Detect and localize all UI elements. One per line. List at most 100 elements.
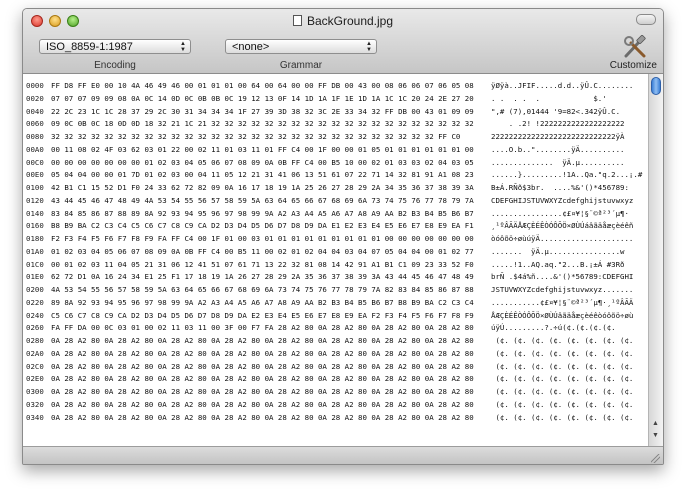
popup-arrows-icon: ▲ ▼ — [180, 41, 186, 53]
hex-bytes: 32 32 32 32 32 32 32 32 32 32 32 32 32 3… — [51, 132, 461, 141]
hex-offset: 0140 — [26, 208, 44, 218]
hex-bytes: 01 02 03 04 05 06 07 08 09 0A 0B FF C4 0… — [51, 246, 474, 256]
ascii-text: òóôõö÷øùúÿÄ..................... — [491, 234, 634, 243]
window-title: BackGround.jpg — [23, 14, 663, 28]
ascii-text: ...........¢£¤¥¦§¨©ª²³´µ¶·¸¹ºÂÃÄ — [491, 297, 634, 307]
status-bar — [23, 446, 663, 464]
grammar-popup[interactable]: <none> ▲ ▼ — [225, 39, 377, 54]
ascii-text: (¢. (¢. (¢. (¢. (¢. (¢. (¢. (¢. — [491, 336, 634, 345]
encoding-value: ISO_8859-1:1987 — [46, 41, 133, 53]
hex-bytes: 0A 28 A2 80 0A 28 A2 80 0A 28 A2 80 0A 2… — [51, 387, 474, 396]
hex-bytes: F2 F3 F4 F5 F6 F7 F8 F9 FA FF C4 00 1F 0… — [51, 234, 474, 243]
hex-offset: 0120 — [26, 195, 44, 205]
ascii-text: ....... ÿÄ.µ................w — [491, 246, 625, 256]
ascii-text: ÅÆÇÈÉÊÒÓÔÕÖ×ØÙÚâãäåæçèéêòóôõö÷øù — [491, 310, 634, 320]
ascii-text: JSTUVWXYZcdefghijstuvwxyz....... — [491, 285, 634, 294]
scroll-up-arrow-icon[interactable]: ▲ — [652, 420, 659, 427]
ascii-text: ",# (7),01444 '9=82<.342ÿÛ.C. — [491, 106, 621, 116]
ascii-text: ....O.b.."........ÿÄ.......... — [491, 144, 625, 154]
toolbar: BackGround.jpg ISO_8859-1:1987 ▲ ▼ Encodi… — [23, 9, 663, 74]
hex-bytes: 0A 28 A2 80 0A 28 A2 80 0A 28 A2 80 0A 2… — [51, 361, 474, 371]
grammar-label: Grammar — [279, 60, 323, 71]
hex-offset: 0340 — [26, 412, 44, 422]
hex-bytes: 00 11 08 02 4F 03 62 03 01 22 00 02 11 0… — [51, 144, 474, 154]
ascii-text: ......}.........!1A..Qa."q.2...¡.# — [491, 170, 643, 180]
ascii-text: ÿØÿà..JFIF.....d.d..ÿÛ.C........ — [491, 81, 634, 90]
tools-icon — [624, 34, 646, 58]
hex-bytes: 0A 28 A2 80 0A 28 A2 80 0A 28 A2 80 0A 2… — [51, 348, 474, 358]
hex-offset: 01A0 — [26, 246, 44, 256]
hex-content-area: 0000 FF D8 FF E0 00 10 4A 46 49 46 00 01 … — [23, 74, 663, 446]
grammar-value: <none> — [232, 41, 270, 53]
hex-offset: 02C0 — [26, 361, 44, 371]
hex-offset: 00C0 — [26, 157, 44, 167]
hex-offset: 0320 — [26, 399, 44, 409]
hex-bytes: 43 44 45 46 47 48 49 4A 53 54 55 56 57 5… — [51, 195, 474, 205]
hex-offset: 0020 — [26, 93, 44, 103]
ascii-text: ................¢£¤¥¦§¨©ª²³´µ¶· — [491, 208, 629, 218]
encoding-popup[interactable]: ISO_8859-1:1987 ▲ ▼ — [39, 39, 191, 54]
ascii-text: brÑ .$4á%ñ....&'()*56789:CDEFGHI — [491, 272, 634, 282]
resize-grip-icon[interactable] — [651, 454, 660, 463]
ascii-text: . .2! !2222222222222222222 — [491, 119, 625, 129]
hex-bytes: FA FF DA 00 0C 03 01 00 02 11 03 11 00 3… — [51, 323, 474, 333]
hex-offset: 0260 — [26, 323, 44, 333]
hex-offset: 02E0 — [26, 374, 44, 384]
ascii-text: úÿÚ.........?.÷ú(¢.(¢.(¢.(¢. — [491, 323, 616, 333]
ascii-text: CDEFGHIJSTUVWXYZcdefghijstuvwxyz — [491, 195, 634, 205]
hex-offset: 0220 — [26, 297, 44, 307]
hex-bytes: 4A 53 54 55 56 57 58 59 5A 63 64 65 66 6… — [51, 285, 474, 294]
hex-offset: 0100 — [26, 183, 44, 192]
hex-offset: 0040 — [26, 106, 44, 116]
ascii-text: (¢. (¢. (¢. (¢. (¢. (¢. (¢. (¢. — [491, 361, 634, 371]
ascii-text: (¢. (¢. (¢. (¢. (¢. (¢. (¢. (¢. — [491, 412, 634, 422]
ascii-text: (¢. (¢. (¢. (¢. (¢. (¢. (¢. (¢. — [491, 374, 634, 384]
hex-offset: 0180 — [26, 234, 44, 243]
hex-bytes: 42 B1 C1 15 52 D1 F0 24 33 62 72 82 09 0… — [51, 183, 474, 192]
hex-bytes: 83 84 85 86 87 88 89 8A 92 93 94 95 96 9… — [51, 208, 474, 218]
hex-bytes: 0A 28 A2 80 0A 28 A2 80 0A 28 A2 80 0A 2… — [51, 399, 474, 409]
hex-bytes: 09 0C 0B 0C 18 0D 0D 18 32 21 1C 21 32 3… — [51, 119, 474, 129]
hex-offset: 0000 — [26, 81, 44, 90]
ascii-text: ¸¹ºÂÃÄÅÆÇÈÉÊÒÓÔÕÖ×ØÙÚáâãäåæçèéêñ — [491, 221, 634, 231]
hex-bytes: 89 8A 92 93 94 95 96 97 98 99 9A A2 A3 A… — [51, 297, 474, 307]
hex-editor-window: BackGround.jpg ISO_8859-1:1987 ▲ ▼ Encodi… — [22, 8, 664, 465]
ascii-text: B±Á.RÑð$3br. ....%&'()*456789: — [491, 183, 629, 192]
hex-bytes: 0A 28 A2 80 0A 28 A2 80 0A 28 A2 80 0A 2… — [51, 336, 474, 345]
ascii-text: .............. ÿÄ.µ.......... — [491, 157, 625, 167]
hex-offset: 00E0 — [26, 170, 44, 180]
hex-offset: 02A0 — [26, 348, 44, 358]
hex-bytes: 05 04 04 00 00 01 7D 01 02 03 00 04 11 0… — [51, 170, 474, 180]
scroll-down-arrow-icon[interactable]: ▼ — [652, 432, 659, 439]
hex-bytes: 62 72 D1 0A 16 24 34 E1 25 F1 17 18 19 1… — [51, 272, 474, 282]
hex-bytes: 00 00 00 00 00 00 00 01 02 03 04 05 06 0… — [51, 157, 474, 167]
hex-bytes: FF D8 FF E0 00 10 4A 46 49 46 00 01 01 0… — [51, 81, 474, 90]
hex-view[interactable]: 0000 FF D8 FF E0 00 10 4A 46 49 46 00 01 … — [23, 74, 643, 446]
ascii-text: . . . . . $.' — [491, 93, 607, 103]
document-icon — [292, 15, 302, 26]
hex-offset: 01C0 — [26, 259, 44, 269]
hex-bytes: 07 07 07 09 09 08 0A 0C 14 0D 0C 0B 0B 0… — [51, 93, 474, 103]
encoding-label: Encoding — [94, 60, 136, 71]
ascii-text: (¢. (¢. (¢. (¢. (¢. (¢. (¢. (¢. — [491, 348, 634, 358]
hex-offset: 0160 — [26, 221, 44, 231]
toolbar-toggle-button[interactable] — [636, 14, 656, 25]
hex-offset: 0240 — [26, 310, 44, 320]
hex-bytes: 0A 28 A2 80 0A 28 A2 80 0A 28 A2 80 0A 2… — [51, 412, 474, 422]
hex-offset: 00A0 — [26, 144, 44, 154]
ascii-text: (¢. (¢. (¢. (¢. (¢. (¢. (¢. (¢. — [491, 399, 634, 409]
hex-bytes: 0A 28 A2 80 0A 28 A2 80 0A 28 A2 80 0A 2… — [51, 374, 474, 384]
popup-arrows-icon: ▲ ▼ — [366, 41, 372, 53]
ascii-text: .....!1..AQ.aq."2...B.¡±Á #3Rð — [491, 259, 625, 269]
hex-bytes: C5 C6 C7 C8 C9 CA D2 D3 D4 D5 D6 D7 D8 D… — [51, 310, 474, 320]
customize-label: Customize — [609, 60, 657, 71]
hex-offset: 0200 — [26, 285, 44, 294]
hex-offset: 0300 — [26, 387, 44, 396]
window-title-text: BackGround.jpg — [306, 14, 394, 28]
ascii-text: 2222222222222222222222222222ÿÀ — [491, 132, 625, 141]
scrollbar-thumb[interactable] — [651, 77, 661, 95]
hex-offset: 0280 — [26, 336, 44, 345]
hex-bytes: B8 B9 BA C2 C3 C4 C5 C6 C7 C8 C9 CA D2 D… — [51, 221, 474, 231]
hex-offset: 01E0 — [26, 272, 44, 282]
vertical-scrollbar[interactable]: ▲ ▼ — [648, 74, 663, 446]
